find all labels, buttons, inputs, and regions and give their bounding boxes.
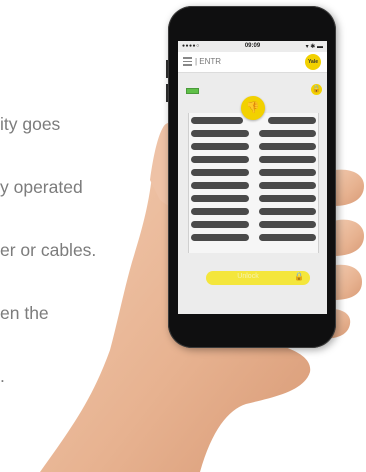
phone-side-button [166, 84, 168, 102]
lock-bar [259, 143, 316, 150]
lock-bar [259, 182, 316, 189]
lock-bar [191, 130, 249, 137]
app-title: | ENTR [195, 57, 222, 66]
lock-bar [191, 234, 249, 241]
lock-bar [259, 169, 316, 176]
unlock-label: Unlock [237, 273, 259, 280]
battery-icon [186, 88, 199, 94]
status-bar: ●●●●○ 09:09 ▾ ✱ ▬ [178, 41, 327, 52]
unlock-button[interactable]: Unlock 🔒 [206, 271, 310, 285]
lock-icon[interactable]: 🔒 [311, 84, 322, 95]
battery-status-icon: ▾ ✱ ▬ [305, 44, 323, 50]
lock-bar [259, 156, 316, 163]
lock-bar [191, 182, 249, 189]
lock-bar [259, 208, 316, 215]
lock-bar [259, 130, 316, 137]
phone-screen: ●●●●○ 09:09 ▾ ✱ ▬ | ENTR Yale 🔒 👎 Unlock… [178, 41, 327, 314]
lock-visual-panel [188, 113, 319, 253]
app-bar: | ENTR Yale [178, 52, 327, 73]
lock-bar [191, 169, 249, 176]
lock-bar [191, 156, 249, 163]
lock-bar [259, 221, 316, 228]
phone-side-button [166, 60, 168, 78]
lock-bar [191, 143, 249, 150]
lock-bar [259, 195, 316, 202]
lock-bar [191, 117, 243, 124]
lock-bar [259, 234, 316, 241]
lock-bar [191, 221, 249, 228]
lock-bar [191, 195, 249, 202]
menu-icon[interactable] [183, 57, 192, 66]
thumbs-down-icon[interactable]: 👎 [241, 96, 265, 120]
lock-bar [191, 208, 249, 215]
padlock-icon: 🔒 [294, 272, 304, 281]
yale-logo: Yale [305, 54, 321, 70]
lock-bar [268, 117, 316, 124]
